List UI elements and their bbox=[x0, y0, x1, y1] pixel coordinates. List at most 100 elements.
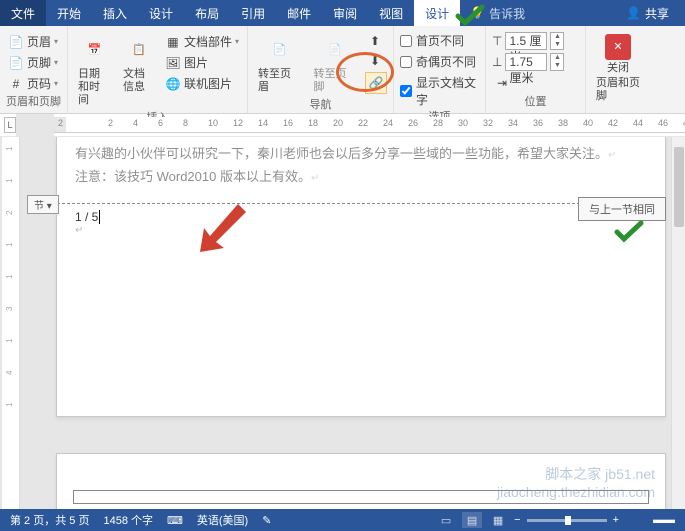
group-label: 导航 bbox=[254, 96, 387, 114]
page-1[interactable]: 有兴趣的小伙伴可以研究一下，秦川老师也会以后多分享一些域的一些功能，希望大家关注… bbox=[56, 137, 666, 417]
view-web-button[interactable]: ▦ bbox=[488, 512, 508, 528]
chevron-down-icon: ▾ bbox=[235, 37, 239, 46]
status-page[interactable]: 第 2 页，共 5 页 bbox=[10, 512, 89, 528]
insert-align-tab[interactable]: ⇥ bbox=[492, 74, 564, 92]
group-close: ✕ 关闭 页眉和页脚 关闭页眉和页脚 bbox=[586, 26, 650, 113]
left-margin bbox=[20, 137, 56, 511]
ruler-tick: 16 bbox=[283, 118, 293, 128]
status-words[interactable]: 1458 个字 bbox=[103, 512, 153, 528]
close-hf-button[interactable]: ✕ 关闭 页眉和页脚 bbox=[592, 32, 644, 105]
vruler-tick: 1 bbox=[5, 339, 14, 343]
footer-from-bottom[interactable]: ⊥1.75 厘米▲▼ bbox=[492, 53, 564, 71]
spinner[interactable]: ▲▼ bbox=[550, 32, 564, 50]
diff-first-check[interactable]: 首页不同 bbox=[400, 32, 479, 49]
diff-odd-label: 奇偶页不同 bbox=[416, 53, 476, 70]
footer-icon: 📄 bbox=[8, 55, 24, 71]
datetime-button[interactable]: 📅日期和时间 bbox=[74, 32, 115, 109]
goto-header-label: 转至页眉 bbox=[258, 68, 302, 94]
horizontal-ruler[interactable]: 2246810121416182022242628303234363840424… bbox=[54, 117, 685, 133]
goto-header-button[interactable]: 📄转至页眉 bbox=[254, 32, 306, 96]
zoom-value[interactable]: ▬▬ bbox=[625, 514, 675, 526]
show-doc-check[interactable]: 显示文档文字 bbox=[400, 74, 479, 108]
ruler-corner[interactable]: L bbox=[4, 117, 16, 133]
group-options: 首页不同 奇偶页不同 显示文档文字 选项 bbox=[394, 26, 486, 113]
vertical-ruler[interactable]: 112113141 bbox=[2, 137, 20, 511]
ruler-tick: 20 bbox=[333, 118, 343, 128]
share-button[interactable]: 👤 共享 bbox=[618, 3, 677, 23]
status-lang[interactable]: 英语(美国) bbox=[197, 512, 248, 528]
online-pic-button[interactable]: 🌐联机图片 bbox=[163, 74, 241, 93]
tab-hf-design[interactable]: 设计 bbox=[414, 0, 460, 26]
para-mark-icon: ↵ bbox=[608, 150, 616, 161]
ruler-tick: 30 bbox=[458, 118, 468, 128]
spinner[interactable]: ▲▼ bbox=[550, 53, 564, 71]
tab-home[interactable]: 开始 bbox=[46, 0, 92, 26]
goto-footer-button[interactable]: 📄转至页脚 bbox=[310, 32, 362, 96]
footer-button[interactable]: 📄页脚▾ bbox=[6, 53, 61, 72]
tab-references[interactable]: 引用 bbox=[230, 0, 276, 26]
header-button[interactable]: 📄页眉▾ bbox=[6, 32, 61, 51]
group-navigation: 📄转至页眉 📄转至页脚 ⬆ ⬇ 🔗 导航 bbox=[248, 26, 394, 113]
picture-button[interactable]: 🖼图片 bbox=[163, 53, 241, 72]
bulb-icon: 💡 bbox=[470, 6, 485, 20]
view-read-button[interactable]: ▭ bbox=[436, 512, 456, 528]
zoom-slider[interactable] bbox=[527, 519, 607, 522]
tab-file[interactable]: 文件 bbox=[0, 0, 46, 26]
quickparts-button[interactable]: ▦文档部件▾ bbox=[163, 32, 241, 51]
header-from-top[interactable]: ⊤1.5 厘米▲▼ bbox=[492, 32, 564, 50]
status-track-icon[interactable]: ✎ bbox=[262, 514, 271, 527]
goto-header-icon: 📄 bbox=[264, 34, 296, 66]
view-print-button[interactable]: ▤ bbox=[462, 512, 482, 528]
prev-section-button[interactable]: ⬆ bbox=[365, 32, 387, 50]
share-label: 共享 bbox=[645, 5, 669, 22]
diff-odd-check[interactable]: 奇偶页不同 bbox=[400, 53, 479, 70]
status-ime-icon[interactable]: ⌨ bbox=[167, 514, 183, 527]
zoom-in-button[interactable]: + bbox=[613, 514, 619, 526]
ruler-gutter bbox=[16, 114, 54, 137]
ruler-tick: 22 bbox=[358, 118, 368, 128]
tell-me[interactable]: 💡 告诉我 bbox=[470, 5, 525, 22]
pagenum-button[interactable]: #页码▾ bbox=[6, 74, 61, 93]
tab-view[interactable]: 视图 bbox=[368, 0, 414, 26]
para-mark-icon: ↵ bbox=[311, 173, 319, 184]
vruler-tick: 1 bbox=[5, 275, 14, 279]
docinfo-icon: 📋 bbox=[123, 34, 155, 66]
ruler-tick: 38 bbox=[558, 118, 568, 128]
tab-layout[interactable]: 布局 bbox=[184, 0, 230, 26]
header-top-value[interactable]: 1.5 厘米 bbox=[505, 32, 547, 50]
tab-design[interactable]: 设计 bbox=[138, 0, 184, 26]
page-2[interactable]: 节 ▾ 相关阅读：「PPT 设计思维第四期：实操单图版式的花样“变式”法则」↵ … bbox=[56, 453, 666, 511]
ruler-tick: 6 bbox=[158, 118, 163, 128]
body-text: 有兴趣的小伙伴可以研究一下，秦川老师也会以后多分享一些域的一些功能，希望大家关注… bbox=[57, 137, 665, 195]
tab-mailings[interactable]: 邮件 bbox=[276, 0, 322, 26]
vruler-tick: 1 bbox=[5, 243, 14, 247]
picture-icon: 🖼 bbox=[165, 55, 181, 71]
group-insert: 📅日期和时间 📋文档信息 ▦文档部件▾ 🖼图片 🌐联机图片 插入 bbox=[68, 26, 248, 113]
link-prev-button[interactable]: 🔗 bbox=[365, 72, 387, 94]
footer-bot-value[interactable]: 1.75 厘米 bbox=[505, 53, 547, 71]
footer-edit-area[interactable]: 1 / 5 ↵ bbox=[57, 203, 665, 242]
zoom-thumb[interactable] bbox=[565, 516, 571, 525]
tab-insert[interactable]: 插入 bbox=[92, 0, 138, 26]
datetime-label: 日期和时间 bbox=[78, 68, 111, 107]
docinfo-button[interactable]: 📋文档信息 bbox=[119, 32, 159, 96]
online-pic-label: 联机图片 bbox=[184, 75, 232, 92]
margin-top-icon: ⊤ bbox=[492, 34, 502, 48]
para-mark-icon: ↵ bbox=[75, 225, 647, 236]
header-box[interactable] bbox=[73, 490, 649, 504]
group-label: 页眉和页脚 bbox=[6, 93, 61, 111]
ruler-tick: 42 bbox=[608, 118, 618, 128]
vruler-tick: 2 bbox=[5, 211, 14, 215]
scrollbar-thumb[interactable] bbox=[674, 147, 684, 227]
header-icon: 📄 bbox=[8, 34, 24, 50]
tab-review[interactable]: 审阅 bbox=[322, 0, 368, 26]
vruler-tick: 1 bbox=[5, 147, 14, 151]
chevron-down-icon: ▾ bbox=[54, 37, 58, 46]
zoom-control[interactable]: − + ▬▬ bbox=[514, 514, 675, 526]
vertical-scrollbar[interactable] bbox=[671, 137, 685, 511]
margin-bot-icon: ⊥ bbox=[492, 55, 502, 69]
next-section-button[interactable]: ⬇ bbox=[365, 52, 387, 70]
goto-footer-label: 转至页脚 bbox=[314, 68, 358, 94]
zoom-out-button[interactable]: − bbox=[514, 514, 520, 526]
footer-pagenum[interactable]: 1 / 5 bbox=[75, 210, 98, 224]
